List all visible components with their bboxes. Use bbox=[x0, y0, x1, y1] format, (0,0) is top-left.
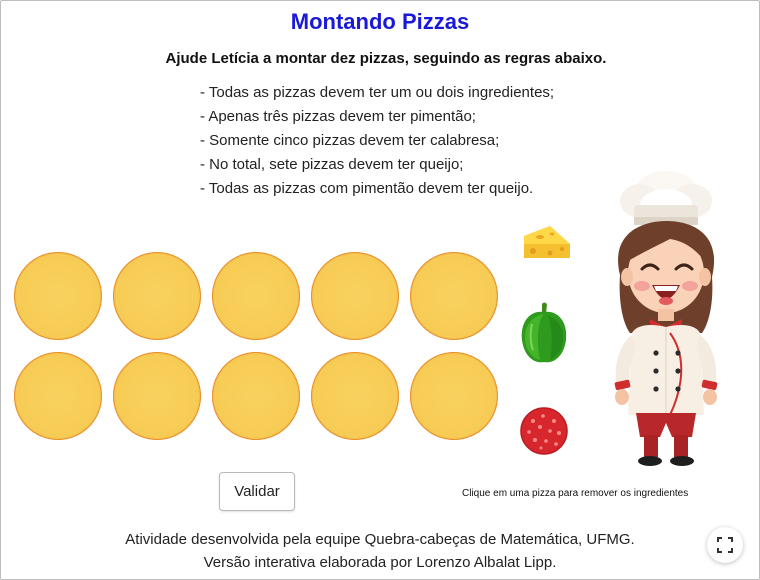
fullscreen-button[interactable] bbox=[707, 527, 743, 563]
rule-item: - Apenas três pizzas devem ter pimentão; bbox=[200, 108, 476, 125]
chef-girl-illustration bbox=[614, 171, 718, 466]
cheese-icon[interactable] bbox=[520, 222, 572, 264]
validate-button[interactable]: Validar bbox=[219, 472, 295, 511]
rule-item: - Somente cinco pizzas devem ter calabre… bbox=[200, 132, 500, 149]
pizza-4[interactable] bbox=[311, 252, 399, 340]
green-pepper-icon[interactable] bbox=[518, 300, 570, 366]
fullscreen-icon bbox=[717, 537, 733, 553]
pizza-7[interactable] bbox=[113, 352, 201, 440]
pizza-8[interactable] bbox=[212, 352, 300, 440]
rule-item: - No total, sete pizzas devem ter queijo… bbox=[200, 156, 464, 173]
pizza-6[interactable] bbox=[14, 352, 102, 440]
rule-item: - Todas as pizzas devem ter um ou dois i… bbox=[200, 84, 555, 101]
pizza-5[interactable] bbox=[410, 252, 498, 340]
pizza-10[interactable] bbox=[410, 352, 498, 440]
credits-line: Atividade desenvolvida pela equipe Quebr… bbox=[125, 531, 635, 548]
rules-list: - Todas as pizzas devem ter um ou dois i… bbox=[200, 81, 554, 201]
pizza-2[interactable] bbox=[113, 252, 201, 340]
credits: Atividade desenvolvida pela equipe Quebr… bbox=[0, 528, 760, 574]
rule-item: - Todas as pizzas com pimentão devem ter… bbox=[200, 180, 534, 197]
credits-line: Versão interativa elaborada por Lorenzo … bbox=[203, 554, 557, 571]
pepperoni-icon[interactable] bbox=[519, 406, 569, 456]
page-title: Montando Pizzas bbox=[290, 9, 470, 34]
hint-text: Clique em uma pizza para remover os ingr… bbox=[462, 488, 689, 499]
instructions-heading: Ajude Letícia a montar dez pizzas, segui… bbox=[165, 50, 607, 67]
pizza-9[interactable] bbox=[311, 352, 399, 440]
pizza-3[interactable] bbox=[212, 252, 300, 340]
pizza-1[interactable] bbox=[14, 252, 102, 340]
